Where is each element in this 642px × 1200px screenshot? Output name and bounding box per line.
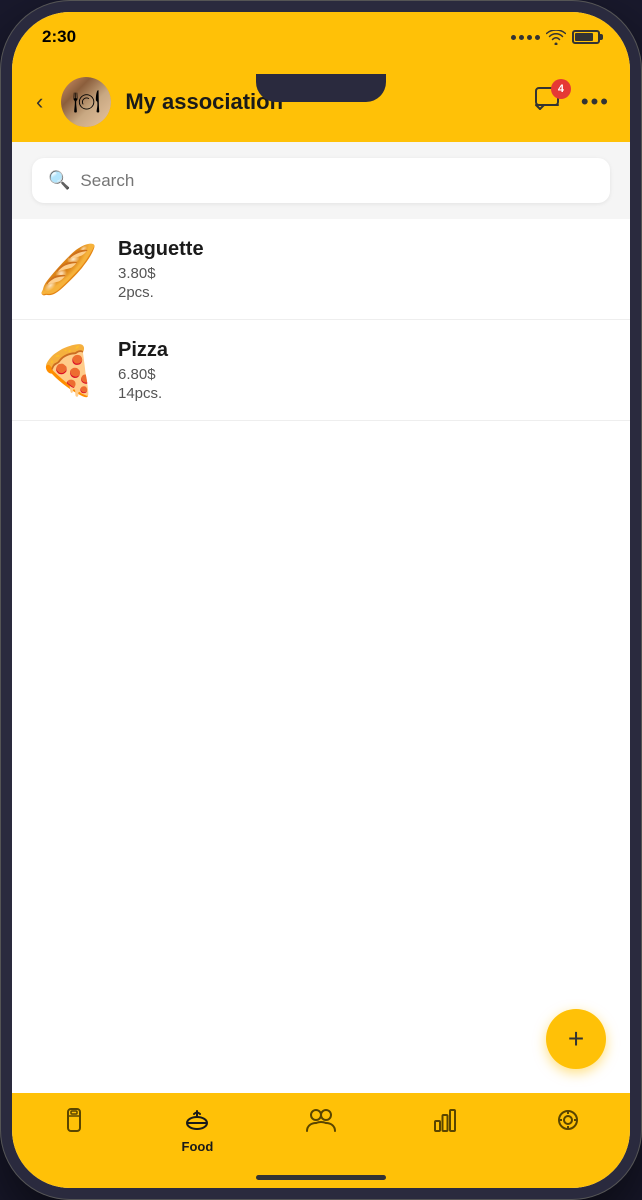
food-nav-label: Food bbox=[182, 1139, 214, 1154]
nav-item-food[interactable]: Food bbox=[136, 1103, 260, 1154]
food-list: 🥖 Baguette 3.80$ 2pcs. 🍕 Pizza 6.80$ 14p… bbox=[12, 219, 630, 1093]
avatar-image: 🍽 bbox=[61, 77, 111, 127]
search-box: 🔍 bbox=[32, 158, 610, 203]
food-info: Pizza 6.80$ 14pcs. bbox=[118, 339, 606, 402]
stats-icon bbox=[432, 1107, 458, 1133]
food-item[interactable]: 🍕 Pizza 6.80$ 14pcs. bbox=[12, 320, 630, 421]
status-bar: 2:30 bbox=[12, 12, 630, 62]
content-wrapper: 🥖 Baguette 3.80$ 2pcs. 🍕 Pizza 6.80$ 14p… bbox=[12, 219, 630, 1093]
food-price: 6.80$ bbox=[118, 366, 606, 383]
food-qty: 14pcs. bbox=[118, 385, 606, 402]
notch bbox=[256, 74, 386, 102]
nav-item-people[interactable] bbox=[259, 1103, 383, 1133]
status-icons bbox=[511, 30, 600, 45]
avatar: 🍽 bbox=[61, 77, 111, 127]
signal-dots bbox=[511, 35, 540, 40]
chat-button[interactable]: 4 bbox=[535, 87, 563, 118]
status-time: 2:30 bbox=[42, 27, 76, 47]
food-emoji: 🍕 bbox=[36, 338, 100, 402]
food-price: 3.80$ bbox=[118, 265, 606, 282]
wifi-icon bbox=[546, 30, 566, 45]
food-name: Pizza bbox=[118, 339, 606, 362]
search-input[interactable] bbox=[80, 171, 594, 191]
food-icon bbox=[184, 1107, 210, 1135]
search-container: 🔍 bbox=[12, 142, 630, 219]
drink-icon bbox=[61, 1107, 87, 1135]
bottom-nav: Food bbox=[12, 1093, 630, 1188]
search-icon: 🔍 bbox=[48, 170, 70, 191]
food-name: Baguette bbox=[118, 238, 606, 261]
phone-shell: 2:30 bbox=[0, 0, 642, 1200]
food-item[interactable]: 🥖 Baguette 3.80$ 2pcs. bbox=[12, 219, 630, 320]
phone-screen: 2:30 bbox=[12, 12, 630, 1188]
nav-item-stats[interactable] bbox=[383, 1103, 507, 1133]
home-indicator bbox=[256, 1175, 386, 1180]
add-button[interactable]: + bbox=[546, 1009, 606, 1069]
people-icon bbox=[306, 1107, 336, 1133]
nav-item-drinks[interactable] bbox=[12, 1103, 136, 1135]
battery-icon bbox=[572, 30, 600, 44]
settings-icon bbox=[555, 1107, 581, 1133]
nav-item-settings[interactable] bbox=[506, 1103, 630, 1133]
food-emoji: 🥖 bbox=[36, 237, 100, 301]
food-qty: 2pcs. bbox=[118, 284, 606, 301]
chat-badge: 4 bbox=[551, 79, 571, 99]
back-button[interactable]: ‹ bbox=[32, 85, 47, 119]
more-button[interactable]: ••• bbox=[581, 89, 610, 115]
header-actions: 4 ••• bbox=[535, 87, 610, 118]
food-info: Baguette 3.80$ 2pcs. bbox=[118, 238, 606, 301]
